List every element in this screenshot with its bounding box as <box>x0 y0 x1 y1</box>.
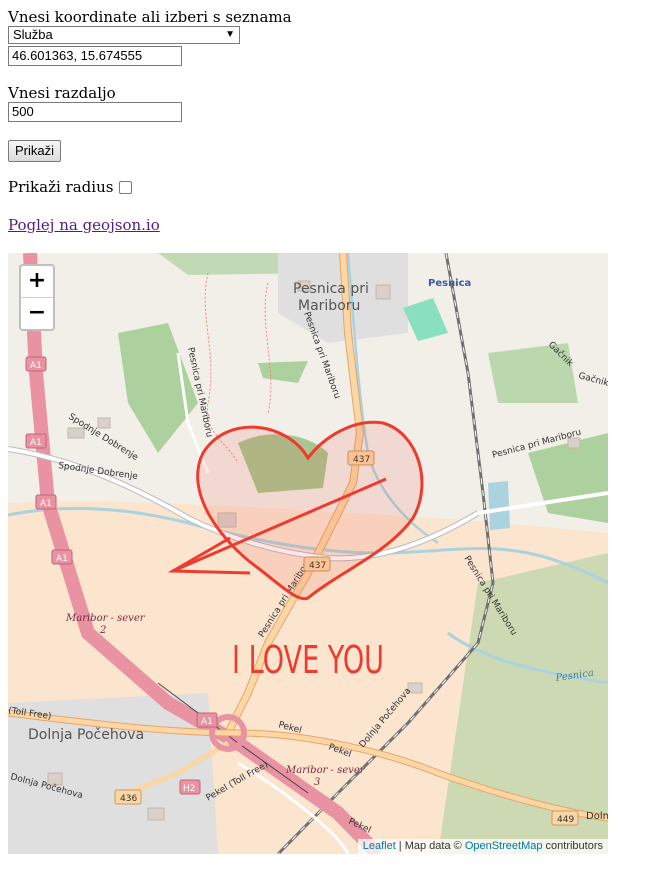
shield-a1: A1 <box>35 494 57 510</box>
shield-a1: A1 <box>51 549 73 565</box>
osm-link[interactable]: OpenStreetMap <box>465 840 543 852</box>
building <box>97 417 111 429</box>
leaflet-link[interactable]: Leaflet <box>363 840 396 852</box>
place-label: Pesnica pri <box>293 281 369 297</box>
building <box>147 807 165 821</box>
zoom-in-button[interactable]: + <box>21 266 53 298</box>
location-select[interactable]: Služba ▼ <box>8 26 240 44</box>
distance-input[interactable] <box>8 102 182 122</box>
shield-a1: A1 <box>25 356 47 372</box>
junction-label: Maribor - sever <box>65 613 146 624</box>
attribution-text: | Map data © <box>395 840 465 852</box>
junction-label: Maribor - sever <box>285 765 366 776</box>
junction-label: 2 <box>99 625 106 636</box>
svg-text:436: 436 <box>120 794 137 804</box>
svg-text:H2: H2 <box>183 784 196 794</box>
svg-text:A1: A1 <box>201 717 213 727</box>
building <box>375 284 391 300</box>
radius-checkbox[interactable] <box>119 180 133 194</box>
distance-label: Vnesi razdaljo <box>8 84 116 102</box>
search-form: Vnesi koordinate ali izberi s seznama Sl… <box>8 8 628 234</box>
shield-436: 436 <box>114 789 142 805</box>
zoom-out-button[interactable]: − <box>21 298 53 329</box>
radius-label: Prikaži radius <box>8 178 114 196</box>
overlay-text: I LOVE YOU <box>232 638 384 682</box>
svg-text:A1: A1 <box>30 361 42 371</box>
forest-7 <box>258 361 308 383</box>
svg-text:A1: A1 <box>40 499 52 509</box>
pond <box>488 481 510 530</box>
map-tiles: Pesnica pri Mariboru Pesnica Dolnja Poče… <box>8 253 608 854</box>
show-button[interactable]: Prikaži <box>8 140 62 162</box>
shield-a1: A1 <box>196 712 218 728</box>
geojson-link[interactable]: Poglej na geojson.io <box>8 216 160 234</box>
zoom-control: + − <box>19 264 55 331</box>
place-label: Dolnja Počehova <box>28 727 144 743</box>
forest-1 <box>118 323 198 453</box>
location-select-value: Služba <box>13 27 53 42</box>
dropdown-arrow-icon: ▼ <box>225 29 235 40</box>
junction-label: 3 <box>314 777 320 788</box>
footpath-2 <box>264 282 272 414</box>
coordinates-label: Vnesi koordinate ali izberi s seznama <box>8 8 292 26</box>
attribution-contributors: contributors <box>542 840 603 852</box>
road-label: Spodnje Dobrenje <box>58 461 139 482</box>
shield-449: 449 <box>551 810 579 826</box>
map-attribution: Leaflet | Map data © OpenStreetMap contr… <box>357 839 608 854</box>
shield-h2: H2 <box>179 779 201 795</box>
shield-a1: A1 <box>25 433 47 449</box>
road-label: Doln <box>586 811 608 822</box>
svg-text:449: 449 <box>557 815 574 825</box>
station-label: Pesnica <box>428 278 471 289</box>
map[interactable]: Pesnica pri Mariboru Pesnica Dolnja Poče… <box>8 253 608 854</box>
svg-text:A1: A1 <box>30 438 42 448</box>
coordinates-input[interactable] <box>8 46 182 66</box>
svg-text:A1: A1 <box>56 554 68 564</box>
